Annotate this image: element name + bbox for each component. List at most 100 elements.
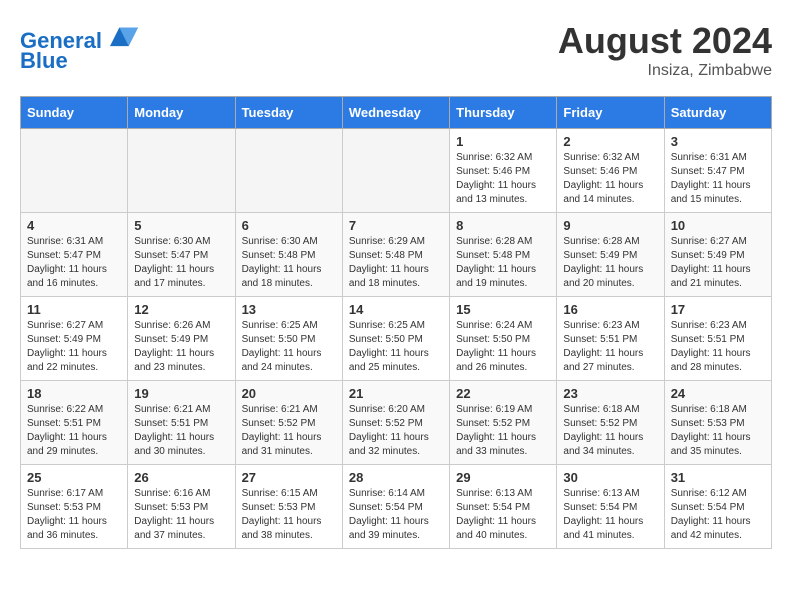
- day-cell: 29 Sunrise: 6:13 AM Sunset: 5:54 PM Dayli…: [450, 465, 557, 549]
- day-cell: 3 Sunrise: 6:31 AM Sunset: 5:47 PM Daylig…: [664, 129, 771, 213]
- day-info: Sunrise: 6:21 AM Sunset: 5:51 PM Dayligh…: [134, 403, 228, 459]
- day-cell: 30 Sunrise: 6:13 AM Sunset: 5:54 PM Dayli…: [557, 465, 664, 549]
- day-info: Sunrise: 6:18 AM Sunset: 5:53 PM Dayligh…: [671, 403, 765, 459]
- header-row: SundayMondayTuesdayWednesdayThursdayFrid…: [21, 97, 772, 129]
- day-cell: 9Sunrise: 6:28 AM Sunset: 5:49 PM Daylig…: [557, 213, 664, 297]
- day-info: Sunrise: 6:16 AM Sunset: 5:53 PM Dayligh…: [134, 487, 228, 543]
- day-number: 27: [242, 470, 336, 485]
- day-info: Sunrise: 6:12 AM Sunset: 5:54 PM Dayligh…: [671, 487, 765, 543]
- day-info: Sunrise: 6:13 AM Sunset: 5:54 PM Dayligh…: [563, 487, 657, 543]
- day-cell: 22 Sunrise: 6:19 AM Sunset: 5:52 PM Dayli…: [450, 381, 557, 465]
- day-info: Sunrise: 6:25 AM Sunset: 5:50 PM Dayligh…: [349, 319, 443, 375]
- header-tuesday: Tuesday: [235, 97, 342, 129]
- day-info: Sunrise: 6:21 AM Sunset: 5:52 PM Dayligh…: [242, 403, 336, 459]
- day-info: Sunrise: 6:32 AM Sunset: 5:46 PM Dayligh…: [563, 151, 657, 207]
- week-row-4: 18 Sunrise: 6:22 AM Sunset: 5:51 PM Dayli…: [21, 381, 772, 465]
- day-info: Sunrise: 6:28 AM Sunset: 5:48 PM Dayligh…: [456, 235, 550, 291]
- day-cell: 11 Sunrise: 6:27 AM Sunset: 5:49 PM Dayli…: [21, 297, 128, 381]
- header-sunday: Sunday: [21, 97, 128, 129]
- day-number: 8: [456, 218, 550, 233]
- day-number: 20: [242, 386, 336, 401]
- day-info: Sunrise: 6:25 AM Sunset: 5:50 PM Dayligh…: [242, 319, 336, 375]
- day-info: Sunrise: 6:24 AM Sunset: 5:50 PM Dayligh…: [456, 319, 550, 375]
- day-cell: 5 Sunrise: 6:30 AM Sunset: 5:47 PM Daylig…: [128, 213, 235, 297]
- day-number: 31: [671, 470, 765, 485]
- calendar-table: SundayMondayTuesdayWednesdayThursdayFrid…: [20, 96, 772, 549]
- day-cell: 12 Sunrise: 6:26 AM Sunset: 5:49 PM Dayli…: [128, 297, 235, 381]
- day-number: 4: [27, 218, 121, 233]
- day-info: Sunrise: 6:30 AM Sunset: 5:47 PM Dayligh…: [134, 235, 228, 291]
- day-number: 10: [671, 218, 765, 233]
- day-cell: 20 Sunrise: 6:21 AM Sunset: 5:52 PM Dayli…: [235, 381, 342, 465]
- header-thursday: Thursday: [450, 97, 557, 129]
- header-friday: Friday: [557, 97, 664, 129]
- day-cell: 14 Sunrise: 6:25 AM Sunset: 5:50 PM Dayli…: [342, 297, 449, 381]
- day-number: 22: [456, 386, 550, 401]
- day-info: Sunrise: 6:27 AM Sunset: 5:49 PM Dayligh…: [671, 235, 765, 291]
- day-cell: [128, 129, 235, 213]
- day-number: 19: [134, 386, 228, 401]
- day-info: Sunrise: 6:13 AM Sunset: 5:54 PM Dayligh…: [456, 487, 550, 543]
- day-cell: 24 Sunrise: 6:18 AM Sunset: 5:53 PM Dayli…: [664, 381, 771, 465]
- day-cell: 13 Sunrise: 6:25 AM Sunset: 5:50 PM Dayli…: [235, 297, 342, 381]
- day-cell: 18 Sunrise: 6:22 AM Sunset: 5:51 PM Dayli…: [21, 381, 128, 465]
- day-info: Sunrise: 6:15 AM Sunset: 5:53 PM Dayligh…: [242, 487, 336, 543]
- day-info: Sunrise: 6:17 AM Sunset: 5:53 PM Dayligh…: [27, 487, 121, 543]
- day-number: 11: [27, 302, 121, 317]
- day-cell: 4 Sunrise: 6:31 AM Sunset: 5:47 PM Daylig…: [21, 213, 128, 297]
- day-number: 29: [456, 470, 550, 485]
- day-number: 28: [349, 470, 443, 485]
- day-number: 12: [134, 302, 228, 317]
- day-number: 15: [456, 302, 550, 317]
- day-cell: 23 Sunrise: 6:18 AM Sunset: 5:52 PM Dayli…: [557, 381, 664, 465]
- day-cell: [342, 129, 449, 213]
- day-number: 7: [349, 218, 443, 233]
- day-cell: [235, 129, 342, 213]
- day-info: Sunrise: 6:26 AM Sunset: 5:49 PM Dayligh…: [134, 319, 228, 375]
- day-number: 14: [349, 302, 443, 317]
- week-row-1: 1 Sunrise: 6:32 AM Sunset: 5:46 PM Daylig…: [21, 129, 772, 213]
- day-number: 17: [671, 302, 765, 317]
- day-number: 26: [134, 470, 228, 485]
- day-cell: 19 Sunrise: 6:21 AM Sunset: 5:51 PM Dayli…: [128, 381, 235, 465]
- header-wednesday: Wednesday: [342, 97, 449, 129]
- day-cell: 15 Sunrise: 6:24 AM Sunset: 5:50 PM Dayli…: [450, 297, 557, 381]
- day-info: Sunrise: 6:31 AM Sunset: 5:47 PM Dayligh…: [671, 151, 765, 207]
- day-info: Sunrise: 6:23 AM Sunset: 5:51 PM Dayligh…: [563, 319, 657, 375]
- day-info: Sunrise: 6:29 AM Sunset: 5:48 PM Dayligh…: [349, 235, 443, 291]
- day-number: 21: [349, 386, 443, 401]
- day-cell: 25Sunrise: 6:17 AM Sunset: 5:53 PM Dayli…: [21, 465, 128, 549]
- day-info: Sunrise: 6:23 AM Sunset: 5:51 PM Dayligh…: [671, 319, 765, 375]
- day-cell: 8 Sunrise: 6:28 AM Sunset: 5:48 PM Daylig…: [450, 213, 557, 297]
- day-number: 3: [671, 134, 765, 149]
- day-number: 18: [27, 386, 121, 401]
- logo-icon: [110, 20, 138, 48]
- day-number: 9: [563, 218, 657, 233]
- day-info: Sunrise: 6:27 AM Sunset: 5:49 PM Dayligh…: [27, 319, 121, 375]
- day-number: 16: [563, 302, 657, 317]
- day-number: 30: [563, 470, 657, 485]
- day-cell: 16 Sunrise: 6:23 AM Sunset: 5:51 PM Dayli…: [557, 297, 664, 381]
- day-info: Sunrise: 6:19 AM Sunset: 5:52 PM Dayligh…: [456, 403, 550, 459]
- week-row-5: 25Sunrise: 6:17 AM Sunset: 5:53 PM Dayli…: [21, 465, 772, 549]
- week-row-3: 11 Sunrise: 6:27 AM Sunset: 5:49 PM Dayli…: [21, 297, 772, 381]
- day-number: 23: [563, 386, 657, 401]
- day-cell: 27 Sunrise: 6:15 AM Sunset: 5:53 PM Dayli…: [235, 465, 342, 549]
- day-number: 13: [242, 302, 336, 317]
- day-number: 24: [671, 386, 765, 401]
- day-cell: [21, 129, 128, 213]
- day-cell: 31 Sunrise: 6:12 AM Sunset: 5:54 PM Dayli…: [664, 465, 771, 549]
- day-number: 6: [242, 218, 336, 233]
- day-cell: 17 Sunrise: 6:23 AM Sunset: 5:51 PM Dayli…: [664, 297, 771, 381]
- day-info: Sunrise: 6:31 AM Sunset: 5:47 PM Dayligh…: [27, 235, 121, 291]
- week-row-2: 4 Sunrise: 6:31 AM Sunset: 5:47 PM Daylig…: [21, 213, 772, 297]
- day-info: Sunrise: 6:22 AM Sunset: 5:51 PM Dayligh…: [27, 403, 121, 459]
- day-number: 5: [134, 218, 228, 233]
- day-info: Sunrise: 6:18 AM Sunset: 5:52 PM Dayligh…: [563, 403, 657, 459]
- header-saturday: Saturday: [664, 97, 771, 129]
- day-number: 2: [563, 134, 657, 149]
- page-header: General Blue August 2024 Insiza, Zimbabw…: [20, 20, 772, 80]
- day-info: Sunrise: 6:30 AM Sunset: 5:48 PM Dayligh…: [242, 235, 336, 291]
- day-number: 1: [456, 134, 550, 149]
- title-block: August 2024 Insiza, Zimbabwe: [558, 20, 772, 80]
